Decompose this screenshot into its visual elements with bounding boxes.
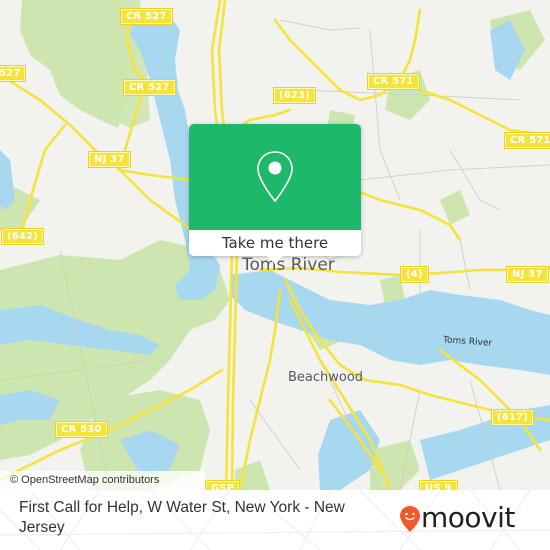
location-title: First Call for Help, W Water St, New Yor… <box>19 499 345 536</box>
place-label-beachwood: Beachwood <box>288 370 364 385</box>
map-attribution[interactable]: © OpenStreetMap contributors <box>0 471 205 490</box>
road-shield-cr527-mid: CR 527 <box>123 79 176 96</box>
road-shield-us9: US 9 <box>419 480 458 490</box>
moovit-wordmark: moovit <box>421 501 515 534</box>
road-shield-cr530: CR 530 <box>55 421 108 438</box>
location-popup: Take me there <box>189 124 361 264</box>
take-me-there-button[interactable]: Take me there <box>189 230 361 256</box>
popup-pointer <box>267 256 283 264</box>
road-shield-617: (617) <box>490 409 535 426</box>
road-shield-623: (623) <box>272 87 317 104</box>
place-label-toms-river: Toms River <box>242 255 335 275</box>
map-view[interactable]: CR 527 CR 527 527 NJ 37 (642) (623) CR 5… <box>0 0 550 490</box>
popup-header <box>189 124 361 230</box>
road-shield-4: (4) <box>400 266 429 283</box>
road-shield-cr527-left: 527 <box>0 65 27 82</box>
road-shield-cr571-top: CR 571 <box>367 73 420 90</box>
road-shield-cr571-right: CR 571 <box>504 132 550 149</box>
road-shield-642: (642) <box>0 228 45 245</box>
map-pin-icon <box>257 151 293 203</box>
road-shield-nj37-right: NJ 37 <box>506 266 549 283</box>
road-shield-cr527-top: CR 527 <box>120 8 173 25</box>
footer: First Call for Help, W Water St, New Yor… <box>0 490 550 550</box>
moovit-pin-icon <box>400 506 420 532</box>
road-shield-gsp: GSP <box>204 480 241 490</box>
moovit-logo[interactable]: moovit <box>400 500 540 536</box>
road-shield-nj37-left: NJ 37 <box>88 151 131 168</box>
